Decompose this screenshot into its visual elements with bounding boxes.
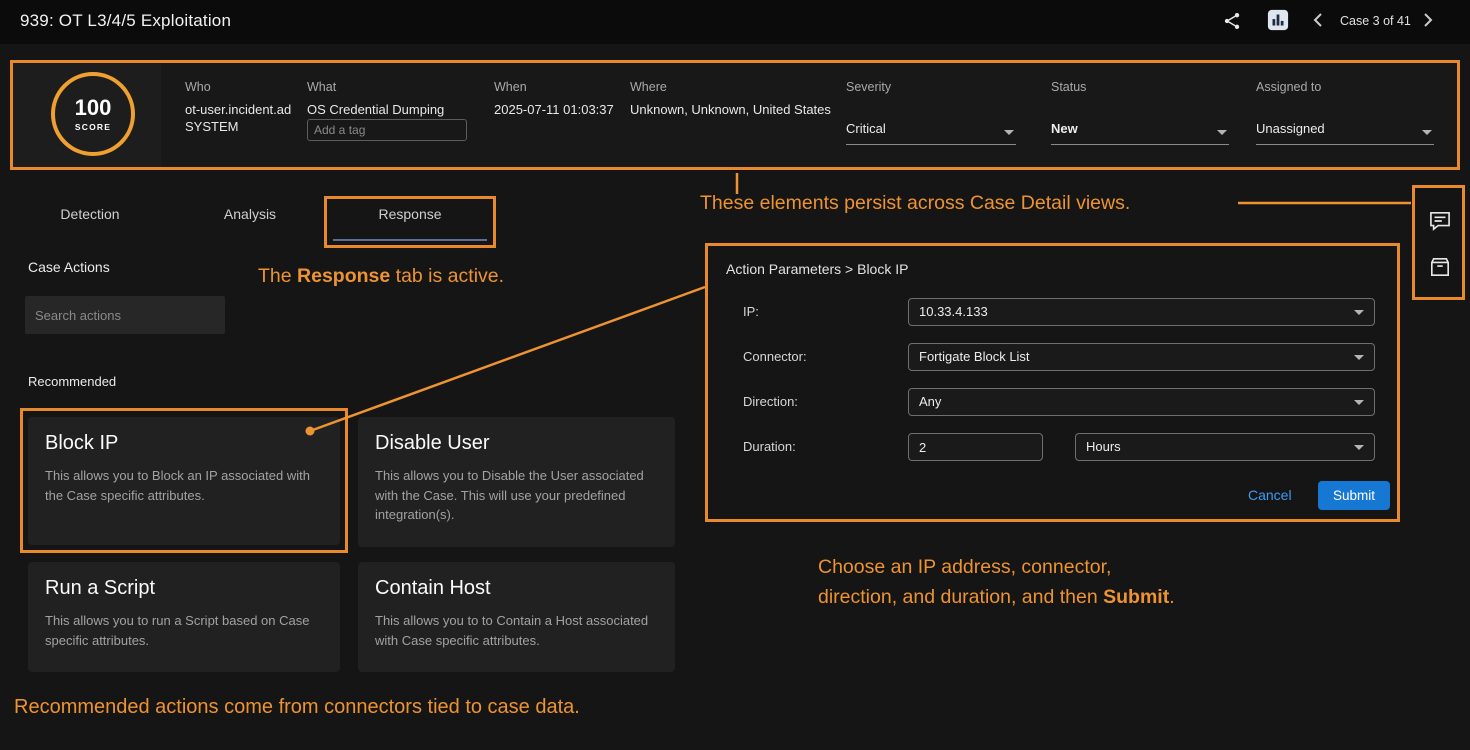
submit-button[interactable]: Submit — [1318, 481, 1390, 510]
connector-field-label: Connector: — [743, 349, 807, 364]
where-label: Where — [630, 80, 667, 94]
annotation-bold: Response — [297, 265, 390, 287]
assigned-value: Unassigned — [1256, 121, 1325, 136]
ip-select[interactable]: 10.33.4.133 — [908, 298, 1375, 326]
share-button[interactable] — [1220, 11, 1244, 35]
recommended-section-label: Recommended — [28, 374, 116, 389]
archive-icon — [1429, 257, 1451, 282]
add-tag-input[interactable] — [307, 119, 467, 141]
score-value: 100 — [75, 97, 112, 119]
chevron-down-icon — [1354, 400, 1364, 405]
chevron-down-icon — [1217, 130, 1227, 135]
action-parameters-panel: Action Parameters > Block IP IP: 10.33.4… — [705, 243, 1400, 522]
annotation-text: . — [1169, 586, 1174, 608]
case-score: 100 SCORE — [51, 72, 135, 156]
chevron-down-icon — [1004, 130, 1014, 135]
status-label: Status — [1051, 80, 1086, 94]
choose-annotation-line1: Choose an IP address, connector, — [818, 556, 1111, 579]
case-title: 939: OT L3/4/5 Exploitation — [20, 11, 231, 31]
chevron-right-icon — [1423, 12, 1433, 33]
direction-field-label: Direction: — [743, 394, 798, 409]
duration-value-input[interactable] — [908, 433, 1043, 461]
connector-select-value: Fortigate Block List — [919, 349, 1030, 364]
score-panel: 100 SCORE — [13, 63, 161, 167]
chevron-down-icon — [1354, 310, 1364, 315]
severity-select[interactable]: Critical — [846, 121, 1016, 145]
bottom-annotation: Recommended actions come from connectors… — [14, 696, 580, 719]
breadcrumb: Action Parameters > Block IP — [726, 261, 908, 277]
case-detail-page: 939: OT L3/4/5 Exploitation Case 3 of 41 — [0, 0, 1470, 750]
duration-field-label: Duration: — [743, 439, 796, 454]
annotation-text: tab is active. — [390, 265, 504, 287]
tab-detection[interactable]: Detection — [55, 206, 125, 222]
ip-select-value: 10.33.4.133 — [919, 304, 988, 319]
chevron-left-icon — [1313, 12, 1323, 33]
cancel-button[interactable]: Cancel — [1248, 487, 1292, 503]
bar-chart-icon — [1267, 9, 1289, 36]
top-bar: 939: OT L3/4/5 Exploitation Case 3 of 41 — [0, 0, 1470, 44]
choose-annotation-line2: direction, and duration, and then Submit… — [818, 586, 1175, 609]
previous-case-button[interactable] — [1310, 13, 1326, 31]
assigned-label: Assigned to — [1256, 80, 1321, 94]
action-card-run-script[interactable]: Run a Script This allows you to run a Sc… — [28, 562, 340, 672]
card-title: Run a Script — [45, 577, 323, 600]
when-value: 2025-07-11 01:03:37 — [494, 102, 614, 117]
card-title: Disable User — [375, 432, 658, 455]
comment-icon — [1429, 211, 1451, 236]
where-value: Unknown, Unknown, United States — [630, 102, 831, 117]
when-label: When — [494, 80, 527, 94]
case-summary-card: 100 SCORE Who ot-user.incident.ad SYSTEM… — [10, 60, 1460, 170]
who-user: ot-user.incident.ad — [185, 102, 291, 117]
card-title: Block IP — [45, 432, 323, 455]
severity-value: Critical — [846, 121, 886, 136]
what-value: OS Credential Dumping — [307, 102, 444, 117]
annotation-line-diagonal — [310, 287, 705, 431]
archive-button[interactable] — [1427, 256, 1453, 282]
chevron-down-icon — [1422, 130, 1432, 135]
connector-select[interactable]: Fortigate Block List — [908, 343, 1375, 371]
case-actions-title: Case Actions — [28, 259, 110, 275]
direction-select[interactable]: Any — [908, 388, 1375, 416]
response-tab-annotation: The Response tab is active. — [258, 265, 504, 288]
response-tab-annotation-box — [324, 196, 496, 248]
share-icon — [1222, 11, 1242, 36]
card-title: Contain Host — [375, 577, 658, 600]
dashboard-button[interactable] — [1266, 10, 1290, 34]
case-tools-annotation-box — [1412, 185, 1465, 300]
notes-button[interactable] — [1427, 210, 1453, 236]
ip-field-label: IP: — [743, 304, 759, 319]
card-description: This allows you to to Contain a Host ass… — [375, 611, 658, 650]
card-description: This allows you to Block an IP associate… — [45, 466, 323, 505]
status-select[interactable]: New — [1051, 121, 1229, 145]
what-label: What — [307, 80, 336, 94]
chevron-down-icon — [1354, 355, 1364, 360]
annotation-text: The — [258, 265, 297, 287]
chevron-down-icon — [1354, 445, 1364, 450]
duration-unit-value: Hours — [1086, 439, 1121, 454]
duration-unit-select[interactable]: Hours — [1075, 433, 1375, 461]
card-description: This allows you to run a Script based on… — [45, 611, 323, 650]
status-value: New — [1051, 121, 1078, 136]
assigned-select[interactable]: Unassigned — [1256, 121, 1434, 145]
direction-select-value: Any — [919, 394, 941, 409]
search-actions-input[interactable] — [25, 296, 225, 334]
action-card-contain-host[interactable]: Contain Host This allows you to to Conta… — [358, 562, 675, 672]
score-label: SCORE — [75, 122, 111, 132]
severity-label: Severity — [846, 80, 891, 94]
persist-annotation: These elements persist across Case Detai… — [700, 192, 1130, 215]
who-label: Who — [185, 80, 211, 94]
case-pager: Case 3 of 41 — [1340, 14, 1411, 28]
next-case-button[interactable] — [1420, 13, 1436, 31]
action-card-disable-user[interactable]: Disable User This allows you to Disable … — [358, 417, 675, 547]
who-system: SYSTEM — [185, 119, 238, 134]
card-description: This allows you to Disable the User asso… — [375, 466, 658, 525]
annotation-bold: Submit — [1103, 586, 1169, 608]
tab-analysis[interactable]: Analysis — [215, 206, 285, 222]
annotation-text: direction, and duration, and then — [818, 586, 1103, 608]
action-card-block-ip[interactable]: Block IP This allows you to Block an IP … — [28, 417, 340, 545]
